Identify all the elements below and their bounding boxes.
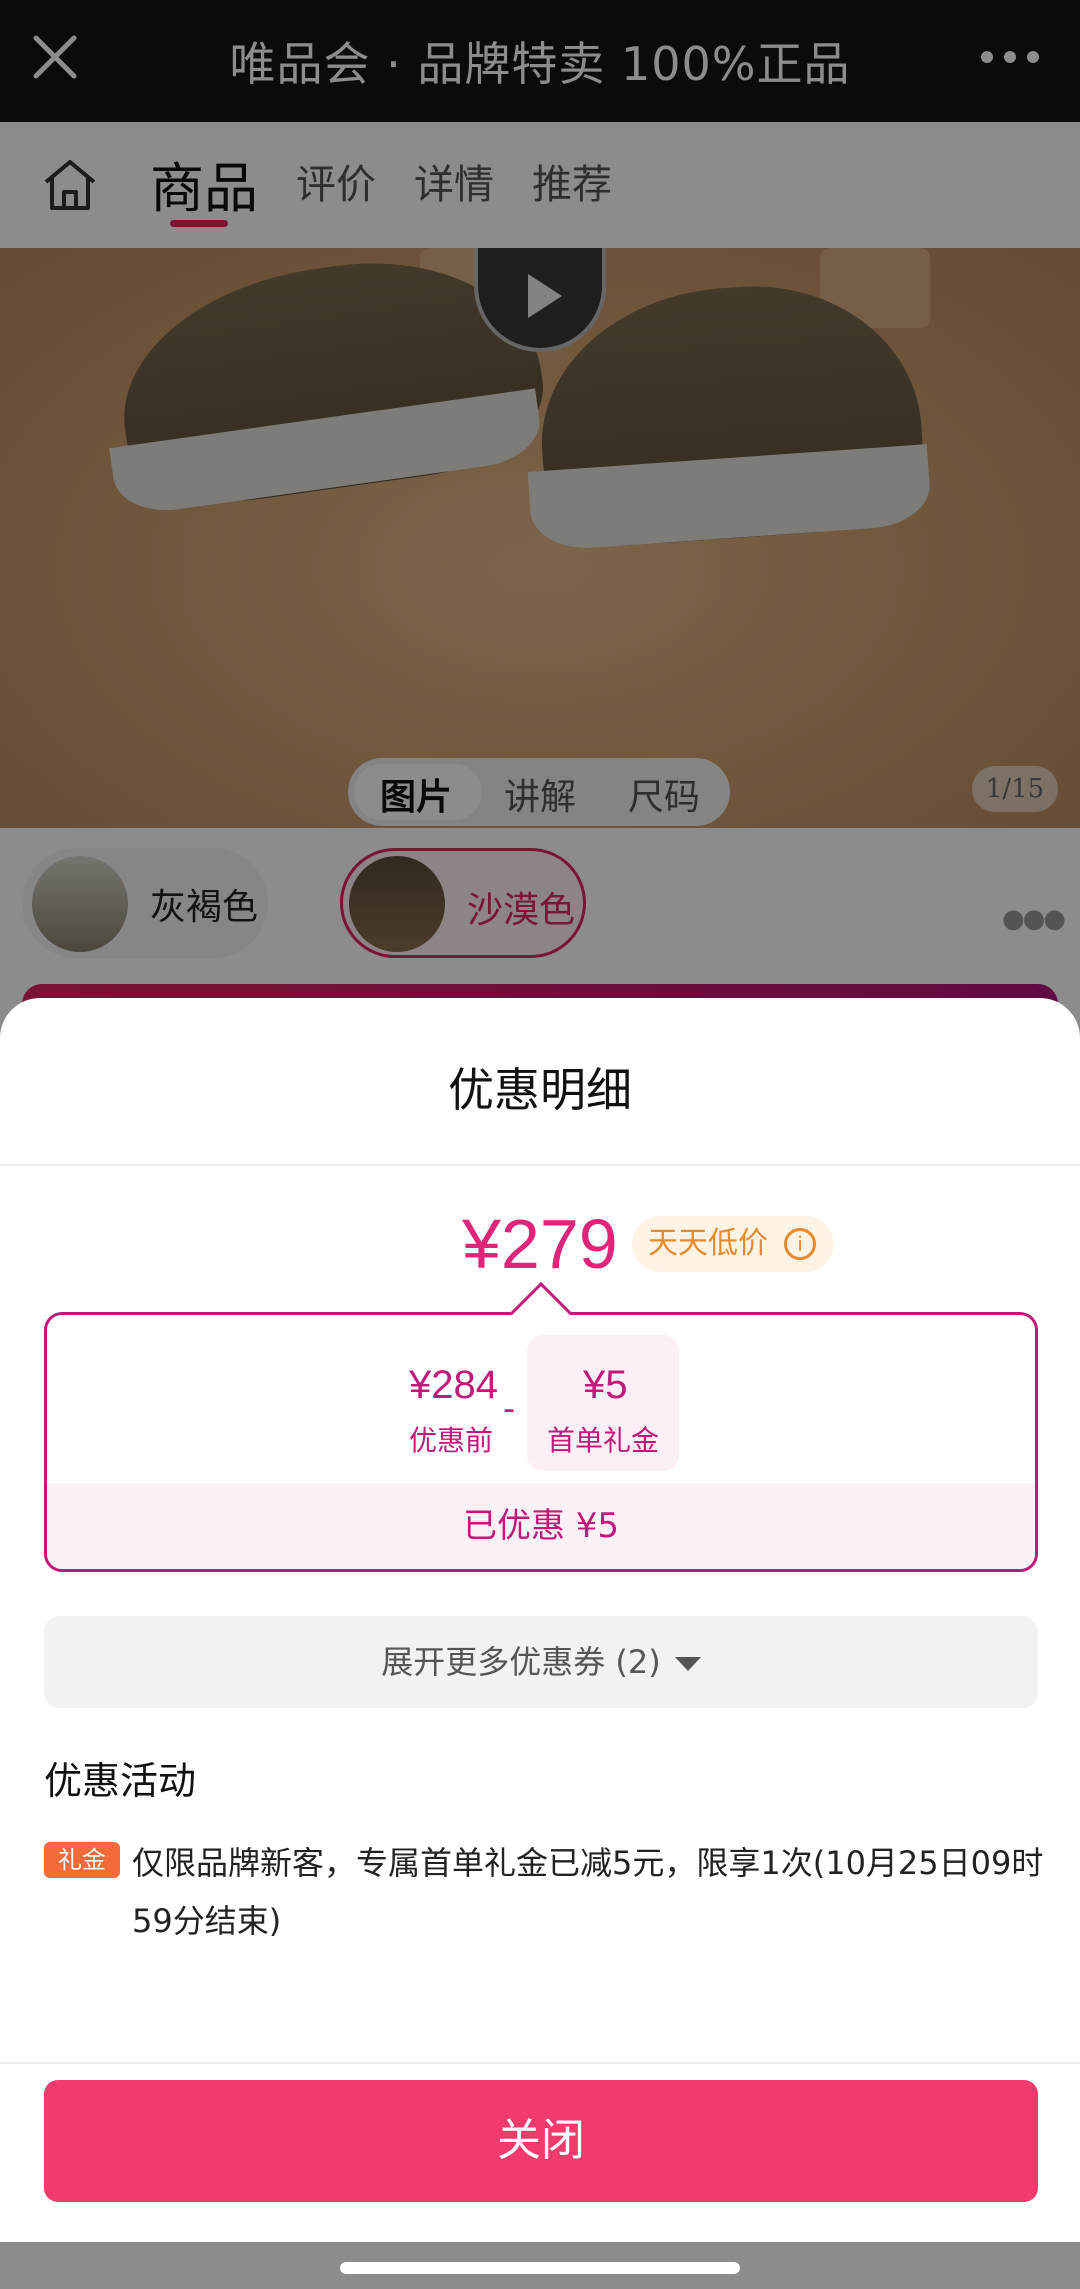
divider [0,1164,1080,1166]
sheet-title: 优惠明细 [448,1063,632,1117]
expand-coupons-button[interactable]: 展开更多优惠券 (2) [44,1616,1038,1708]
info-icon[interactable]: i [784,1228,816,1260]
price-tag-label: 天天低价 [648,1226,768,1261]
original-price-label: 优惠前 [409,1424,494,1457]
original-price: ¥284 [409,1363,498,1407]
total-saved: 已优惠 ¥5 [47,1483,1035,1569]
chevron-down-icon [674,1657,701,1671]
close-button[interactable]: 关闭 [44,2080,1038,2202]
home-indicator[interactable] [340,2262,740,2274]
discount-amount: ¥5 [583,1363,628,1407]
final-price: ¥279 [462,1205,618,1283]
price-breakdown-box: ¥284 优惠前 - ¥5 首单礼金 已优惠 ¥5 [44,1281,1038,1572]
minus-sign: - [503,1389,516,1429]
discount-detail-sheet: 优惠明细 ¥279 天天低价 i ¥284 优惠前 - ¥5 首单礼金 已优惠 … [0,998,1080,2242]
daily-low-price-tag[interactable]: 天天低价 i [632,1216,834,1272]
gift-money-badge: 礼金 [44,1842,120,1878]
expand-coupons-label: 展开更多优惠券 (2) [381,1643,661,1681]
activity-description: 仅限品牌新客，专属首单礼金已减5元，限享1次(10月25日09时59分结束) [132,1844,1044,1940]
discount-label: 首单礼金 [547,1424,660,1457]
divider [0,2062,1080,2064]
activity-section-title: 优惠活动 [44,1759,197,1803]
